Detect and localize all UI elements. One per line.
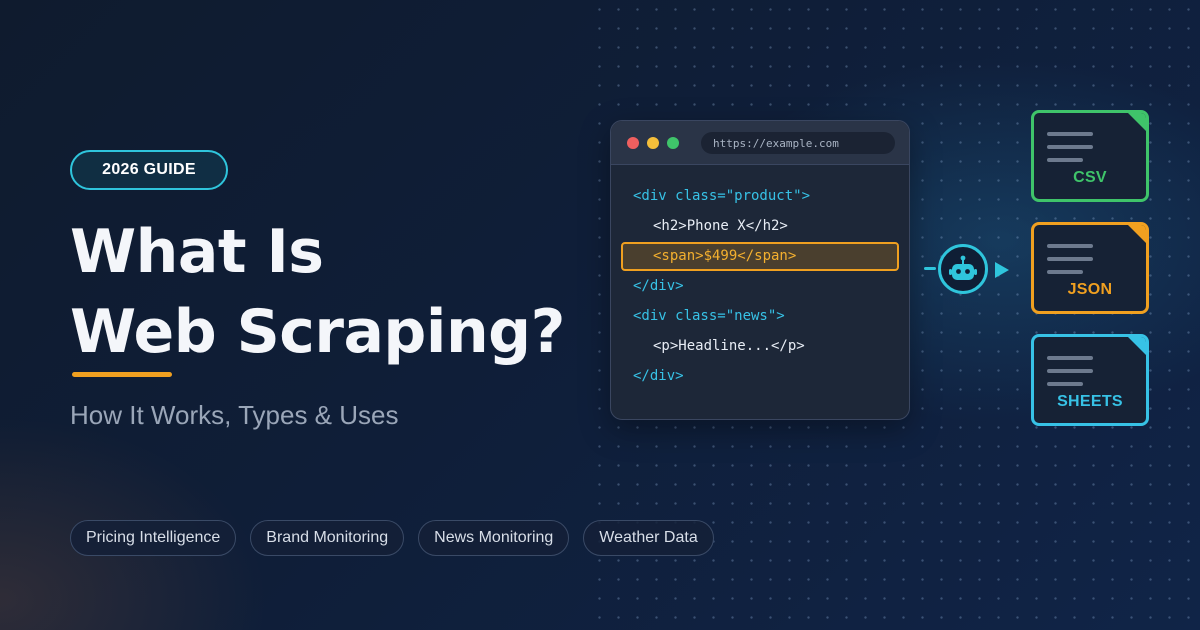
code-text: <span>$499</span>	[653, 248, 797, 264]
sheets-file-icon: SHEETS	[1031, 334, 1149, 426]
code-line: </div>	[611, 271, 909, 301]
csv-file-icon: CSV	[1031, 110, 1149, 202]
code-line: <p>Headline...</p>	[611, 331, 909, 361]
title-underline	[72, 372, 172, 377]
file-line	[1047, 145, 1093, 149]
code-line: </div>	[611, 361, 909, 391]
topic-tags: Pricing Intelligence Brand Monitoring Ne…	[70, 520, 714, 556]
robot-icon	[938, 244, 988, 294]
page-title: What Is Web Scraping?	[70, 212, 565, 372]
json-file-icon: JSON	[1031, 222, 1149, 314]
file-line	[1047, 382, 1083, 386]
code-text: <div class="product">	[633, 188, 811, 204]
code-text: <div class="news">	[633, 308, 785, 324]
file-line	[1047, 257, 1093, 261]
arrow-right-icon	[995, 262, 1009, 278]
code-text: <h2>Phone X</h2>	[653, 218, 788, 234]
file-line	[1047, 369, 1093, 373]
tag-brand-monitoring: Brand Monitoring	[250, 520, 405, 556]
code-line: <div class="product">	[611, 181, 909, 211]
file-line	[1047, 158, 1083, 162]
file-line	[1047, 356, 1093, 360]
title-line-2: Web Scraping?	[70, 297, 565, 367]
tag-news-monitoring: News Monitoring	[418, 520, 570, 556]
file-line	[1047, 270, 1083, 274]
code-view: <div class="product"> <h2>Phone X</h2> <…	[611, 181, 909, 391]
file-line	[1047, 132, 1093, 136]
code-text: </div>	[633, 368, 684, 384]
guide-badge: 2026 GUIDE	[70, 150, 228, 190]
file-corner	[1127, 225, 1146, 244]
address-bar: https://example.com	[701, 132, 895, 154]
tag-weather-data: Weather Data	[583, 520, 714, 556]
file-label-json: JSON	[1067, 281, 1113, 298]
code-line-highlighted: <span>$499</span>	[611, 241, 909, 271]
file-line	[1047, 244, 1093, 248]
code-text: <p>Headline...</p>	[653, 338, 805, 354]
file-corner	[1127, 113, 1146, 132]
page-subtitle: How It Works, Types & Uses	[70, 400, 399, 430]
title-line-1: What Is	[70, 217, 324, 287]
file-label-csv: CSV	[1073, 169, 1107, 186]
file-corner	[1127, 337, 1146, 356]
browser-window: https://example.com <div class="product"…	[610, 120, 910, 420]
close-dot-icon	[627, 137, 639, 149]
browser-toolbar: https://example.com	[611, 121, 909, 165]
tag-pricing-intelligence: Pricing Intelligence	[70, 520, 237, 556]
code-line: <h2>Phone X</h2>	[611, 211, 909, 241]
code-line: <div class="news">	[611, 301, 909, 331]
connector-dash	[924, 267, 936, 270]
code-text: </div>	[633, 278, 684, 294]
robot-icon-glyph	[949, 255, 977, 280]
maximize-dot-icon	[667, 137, 679, 149]
file-label-sheets: SHEETS	[1057, 393, 1123, 410]
minimize-dot-icon	[647, 137, 659, 149]
